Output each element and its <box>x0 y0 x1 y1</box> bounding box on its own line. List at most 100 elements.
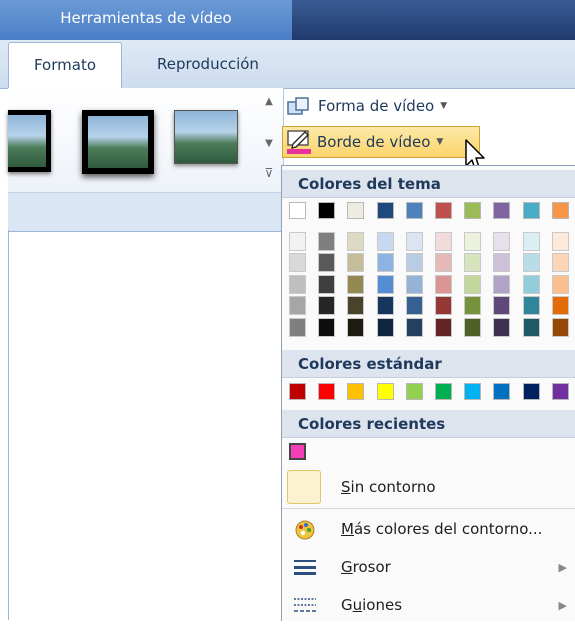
theme-color-shade-swatch[interactable] <box>405 232 423 251</box>
video-style-thumbnail[interactable] <box>82 110 154 174</box>
more-colors-label: Más colores del contorno... <box>341 520 543 538</box>
theme-color-shade-swatch[interactable] <box>405 317 423 337</box>
dashes-item[interactable]: Guiones ▶ <box>282 586 575 624</box>
theme-color-shade-swatch[interactable] <box>551 317 569 337</box>
theme-color-shade-swatch[interactable] <box>435 317 452 337</box>
theme-color-swatch[interactable] <box>522 202 540 219</box>
theme-color-shade-swatch[interactable] <box>551 296 569 316</box>
theme-color-shade-swatch[interactable] <box>551 274 569 294</box>
weight-item[interactable]: Grosor ▶ <box>282 548 575 586</box>
theme-color-shade-swatch[interactable] <box>289 232 306 251</box>
theme-color-shade-swatch[interactable] <box>318 232 336 251</box>
standard-colors-header: Colores estándar <box>282 350 575 378</box>
theme-color-shade-swatch[interactable] <box>522 253 540 273</box>
theme-color-swatch[interactable] <box>435 202 452 219</box>
theme-color-shade-swatch[interactable] <box>376 296 394 316</box>
standard-color-swatch[interactable] <box>289 383 306 400</box>
theme-color-shade-swatch[interactable] <box>551 253 569 273</box>
theme-colors-header: Colores del tema <box>282 170 575 198</box>
theme-color-swatch[interactable] <box>347 202 365 219</box>
tab-formato[interactable]: Formato <box>8 42 122 89</box>
video-shape-label: Forma de vídeo <box>318 97 435 115</box>
gallery-scroll-up-icon[interactable]: ▲ <box>261 96 277 107</box>
theme-color-shade-swatch[interactable] <box>522 232 540 251</box>
video-border-button[interactable]: Borde de vídeo ▼ <box>282 126 480 158</box>
theme-color-shade-swatch[interactable] <box>347 317 365 337</box>
standard-color-swatch[interactable] <box>493 383 511 400</box>
theme-color-swatch[interactable] <box>493 202 511 219</box>
standard-color-swatch[interactable] <box>551 383 569 400</box>
theme-color-shade-swatch[interactable] <box>493 274 511 294</box>
theme-color-swatch[interactable] <box>464 202 482 219</box>
contextual-tools-header: Herramientas de vídeo <box>0 0 292 40</box>
theme-color-shade-swatch[interactable] <box>551 232 569 251</box>
theme-color-shade-swatch[interactable] <box>435 274 452 294</box>
color-palette-icon <box>295 520 315 540</box>
no-outline-item[interactable]: Sin contorno <box>282 468 575 506</box>
theme-color-shade-swatch[interactable] <box>464 317 482 337</box>
theme-color-shade-swatch[interactable] <box>522 274 540 294</box>
theme-color-shade-swatch[interactable] <box>493 296 511 316</box>
video-style-thumbnail[interactable] <box>174 110 238 164</box>
theme-color-shade-swatch[interactable] <box>318 253 336 273</box>
theme-color-shade-swatch[interactable] <box>405 296 423 316</box>
theme-color-swatch[interactable] <box>551 202 569 219</box>
theme-color-shade-swatch[interactable] <box>376 253 394 273</box>
theme-color-shade-swatch[interactable] <box>289 274 306 294</box>
no-outline-label: Sin contorno <box>341 478 436 496</box>
theme-color-swatch[interactable] <box>376 202 394 219</box>
standard-color-swatch[interactable] <box>376 383 394 400</box>
theme-color-shade-swatch[interactable] <box>405 274 423 294</box>
theme-color-shade-swatch[interactable] <box>464 274 482 294</box>
dash-style-icon <box>294 598 316 612</box>
theme-color-shade-swatch[interactable] <box>464 253 482 273</box>
theme-color-shade-swatch[interactable] <box>464 232 482 251</box>
theme-color-shade-swatch[interactable] <box>435 296 452 316</box>
theme-color-shade-swatch[interactable] <box>405 253 423 273</box>
standard-color-swatch[interactable] <box>318 383 336 400</box>
theme-color-shade-swatch[interactable] <box>347 253 365 273</box>
standard-color-swatch[interactable] <box>464 383 482 400</box>
video-border-label: Borde de vídeo <box>317 133 431 151</box>
theme-color-shade-swatch[interactable] <box>435 232 452 251</box>
theme-color-shade-swatch[interactable] <box>289 253 306 273</box>
theme-color-shade-swatch[interactable] <box>376 317 394 337</box>
theme-color-shade-swatch[interactable] <box>522 317 540 337</box>
theme-color-shade-swatch[interactable] <box>347 296 365 316</box>
theme-color-shade-swatch[interactable] <box>289 317 306 337</box>
theme-color-shade-swatch[interactable] <box>493 253 511 273</box>
theme-color-shade-swatch[interactable] <box>493 317 511 337</box>
theme-color-swatch[interactable] <box>318 202 336 219</box>
theme-color-shade-swatch[interactable] <box>318 317 336 337</box>
standard-color-swatch[interactable] <box>347 383 365 400</box>
theme-color-shade-swatch[interactable] <box>318 274 336 294</box>
theme-color-shade-swatch[interactable] <box>347 232 365 251</box>
recent-colors-header: Colores recientes <box>282 410 575 438</box>
tab-reproduccion[interactable]: Reproducción <box>138 42 278 88</box>
theme-color-shade-swatch[interactable] <box>347 274 365 294</box>
recent-color-swatch[interactable] <box>289 443 306 460</box>
standard-color-swatch[interactable] <box>435 383 452 400</box>
dropdown-arrow-icon: ▼ <box>440 101 448 111</box>
video-shape-button[interactable]: Forma de vídeo ▼ <box>286 95 447 117</box>
dropdown-arrow-icon: ▼ <box>436 137 444 147</box>
gallery-more-icon[interactable]: ⊽ <box>261 166 277 180</box>
theme-color-shade-swatch[interactable] <box>522 296 540 316</box>
standard-color-swatch[interactable] <box>522 383 540 400</box>
theme-color-shade-swatch[interactable] <box>464 296 482 316</box>
theme-color-shade-swatch[interactable] <box>318 296 336 316</box>
menu-divider <box>282 508 575 509</box>
more-colors-item[interactable]: Más colores del contorno... <box>282 510 575 548</box>
video-style-thumbnail[interactable] <box>8 110 51 172</box>
theme-color-shade-swatch[interactable] <box>376 274 394 294</box>
theme-color-shade-swatch[interactable] <box>435 253 452 273</box>
submenu-arrow-icon: ▶ <box>558 560 567 574</box>
standard-color-swatch[interactable] <box>405 383 423 400</box>
gallery-scroll-down-icon[interactable]: ▼ <box>261 138 277 149</box>
theme-color-shade-swatch[interactable] <box>493 232 511 251</box>
theme-color-swatch[interactable] <box>289 202 306 219</box>
theme-color-shade-swatch[interactable] <box>376 232 394 251</box>
theme-color-shade-swatch[interactable] <box>289 296 306 316</box>
shape-icon <box>287 97 309 115</box>
theme-color-swatch[interactable] <box>405 202 423 219</box>
